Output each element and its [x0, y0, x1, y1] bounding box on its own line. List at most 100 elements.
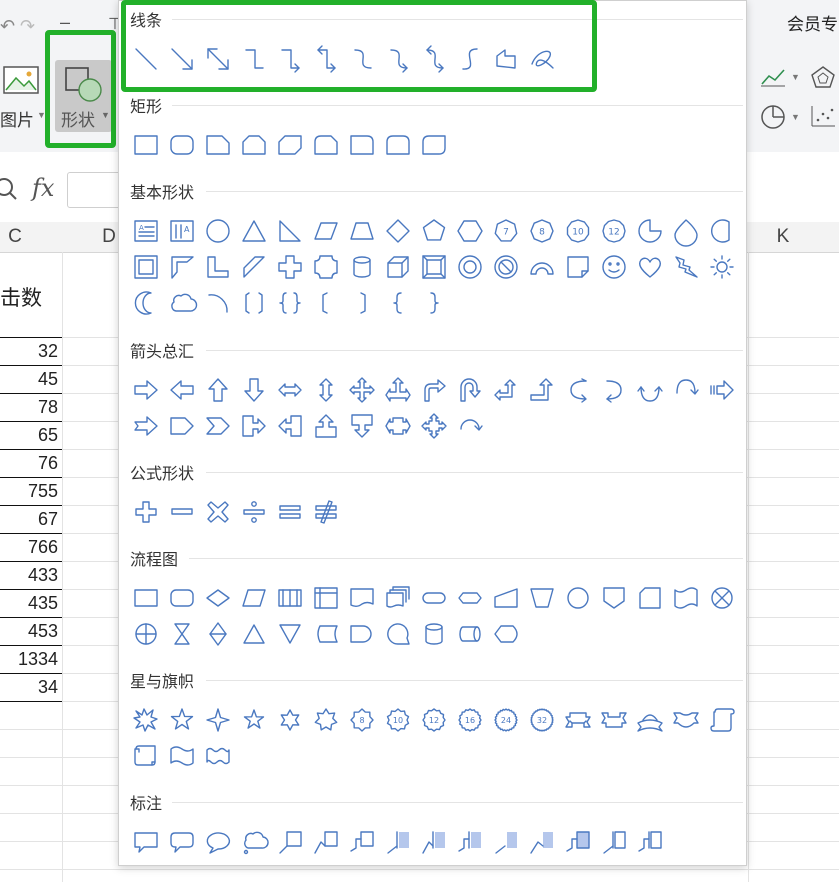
shape-double-bracket-button[interactable] — [236, 285, 272, 321]
pie-chart-icon[interactable] — [760, 104, 786, 130]
shape-off-page-connector-button[interactable] — [596, 580, 632, 616]
shape-curve-arrow-button[interactable] — [380, 41, 416, 77]
shape-border-callout-3-button[interactable] — [632, 824, 668, 860]
shape-summing-junction-button[interactable] — [704, 580, 740, 616]
shape-octagon-button[interactable]: 8 — [524, 213, 560, 249]
shape-ribbon-down-button[interactable] — [596, 702, 632, 738]
table-cell[interactable]: 78 — [0, 397, 58, 418]
shape-folded-corner-button[interactable] — [560, 249, 596, 285]
shape-star-7-button[interactable] — [308, 702, 344, 738]
shape-cloud-callout-button[interactable] — [236, 824, 272, 860]
shape-round-same-side-button[interactable] — [380, 127, 416, 163]
shape-double-brace-button[interactable] — [272, 285, 308, 321]
shape-left-right-up-arrow-button[interactable] — [380, 372, 416, 408]
shape-terminator-button[interactable] — [416, 580, 452, 616]
shape-magnetic-disk-button[interactable] — [416, 616, 452, 652]
shape-plaque-button[interactable] — [308, 249, 344, 285]
table-cell[interactable]: 34 — [0, 677, 58, 698]
shape-star-8-button[interactable]: 8 — [344, 702, 380, 738]
shape-right-arrow-callout-button[interactable] — [236, 408, 272, 444]
shape-left-arrow-callout-button[interactable] — [272, 408, 308, 444]
shape-curve-double-arrow-button[interactable] — [416, 41, 452, 77]
shape-accent-callout-4-button[interactable] — [524, 824, 560, 860]
shape-curve-button[interactable] — [344, 41, 380, 77]
shape-star-5b-button[interactable] — [236, 702, 272, 738]
shape-bent-arrow-button[interactable] — [416, 372, 452, 408]
shape-quad-arrow-callout-button[interactable] — [416, 408, 452, 444]
shape-round-diagonal-button[interactable] — [416, 127, 452, 163]
shape-heart-button[interactable] — [632, 249, 668, 285]
shape-bevel-button[interactable] — [416, 249, 452, 285]
shape-manual-input-button[interactable] — [488, 580, 524, 616]
shape-border-callout-2-button[interactable] — [596, 824, 632, 860]
chevron-down-icon[interactable]: ▼ — [791, 72, 800, 82]
shape-parallelogram-button[interactable] — [308, 213, 344, 249]
shape-star-24-button[interactable]: 24 — [488, 702, 524, 738]
shape-punched-tape-button[interactable] — [668, 580, 704, 616]
shape-line-callout-3-button[interactable] — [344, 824, 380, 860]
shape-left-arrow-button[interactable] — [164, 372, 200, 408]
shape-l-shape-button[interactable] — [200, 249, 236, 285]
fx-icon[interactable]: fx — [32, 174, 54, 202]
shape-plus-button[interactable] — [128, 494, 164, 530]
shape-star-32-button[interactable]: 32 — [524, 702, 560, 738]
shape-or-button[interactable] — [128, 616, 164, 652]
cell-header[interactable]: 击数 — [0, 282, 42, 312]
shape-left-bracket-button[interactable] — [308, 285, 344, 321]
shape-arc-button[interactable] — [200, 285, 236, 321]
shape-data-button[interactable] — [236, 580, 272, 616]
shape-snip-one-corner-button[interactable] — [200, 127, 236, 163]
shape-accent-callout-3-button[interactable] — [488, 824, 524, 860]
shape-curved-right-arrow-button[interactable] — [560, 372, 596, 408]
shape-notched-right-arrow-button[interactable] — [128, 408, 164, 444]
shape-snip-round-button[interactable] — [308, 127, 344, 163]
shape-divide-button[interactable] — [236, 494, 272, 530]
shape-delay-button[interactable] — [344, 616, 380, 652]
shape-document-button[interactable] — [344, 580, 380, 616]
shape-predefined-process-button[interactable] — [272, 580, 308, 616]
shape-striped-right-arrow-button[interactable] — [704, 372, 740, 408]
shape-can-button[interactable] — [344, 249, 380, 285]
shape-lightning-bolt-button[interactable] — [668, 249, 704, 285]
table-cell[interactable]: 1334 — [0, 649, 58, 670]
shape-oval-callout-button[interactable] — [200, 824, 236, 860]
shape-explosion-1-button[interactable] — [128, 702, 164, 738]
shape-moon-button[interactable] — [128, 285, 164, 321]
shape-left-right-arrow-button[interactable] — [272, 372, 308, 408]
shape-star-5-button[interactable] — [164, 702, 200, 738]
shape-not-equal-button[interactable] — [308, 494, 344, 530]
shape-direct-access-storage-button[interactable] — [452, 616, 488, 652]
shape-snip-same-side-button[interactable] — [236, 127, 272, 163]
shape-equal-button[interactable] — [272, 494, 308, 530]
shape-frame-button[interactable] — [128, 249, 164, 285]
shape-accent-callout-2-button[interactable] — [452, 824, 488, 860]
shape-u-turn-arrow-button[interactable] — [452, 372, 488, 408]
shape-quad-arrow-button[interactable] — [344, 372, 380, 408]
table-cell[interactable]: 45 — [0, 369, 58, 390]
shape-up-arrow-button[interactable] — [200, 372, 236, 408]
shape-rounded-rectangle-button[interactable] — [164, 127, 200, 163]
shape-sun-button[interactable] — [704, 249, 740, 285]
shape-s-curve-button[interactable] — [452, 41, 488, 77]
table-cell[interactable]: 67 — [0, 509, 58, 530]
shape-chevron-button[interactable] — [200, 408, 236, 444]
undo-icon[interactable]: ↶ — [0, 16, 15, 37]
shape-star-4-button[interactable] — [200, 702, 236, 738]
shape-pentagon-button[interactable] — [416, 213, 452, 249]
table-cell[interactable]: 453 — [0, 621, 58, 642]
shape-diagonal-stripe-button[interactable] — [236, 249, 272, 285]
shape-triangle-button[interactable] — [236, 213, 272, 249]
shape-sort-button[interactable] — [200, 616, 236, 652]
shape-ribbon-up-button[interactable] — [560, 702, 596, 738]
shape-horizontal-scroll-button[interactable] — [128, 738, 164, 774]
shape-curved-up-arrow-button[interactable] — [632, 372, 668, 408]
shape-oval-button[interactable] — [200, 213, 236, 249]
shape-elbow-button[interactable] — [236, 41, 272, 77]
shape-merge-button[interactable] — [272, 616, 308, 652]
shape-up-down-arrow-button[interactable] — [308, 372, 344, 408]
shape-cross-button[interactable] — [272, 249, 308, 285]
shape-arrow-button[interactable] — [164, 41, 200, 77]
scatter-chart-icon[interactable] — [810, 104, 836, 128]
shape-curved-left-arrow-button[interactable] — [596, 372, 632, 408]
shape-cloud-button[interactable] — [164, 285, 200, 321]
